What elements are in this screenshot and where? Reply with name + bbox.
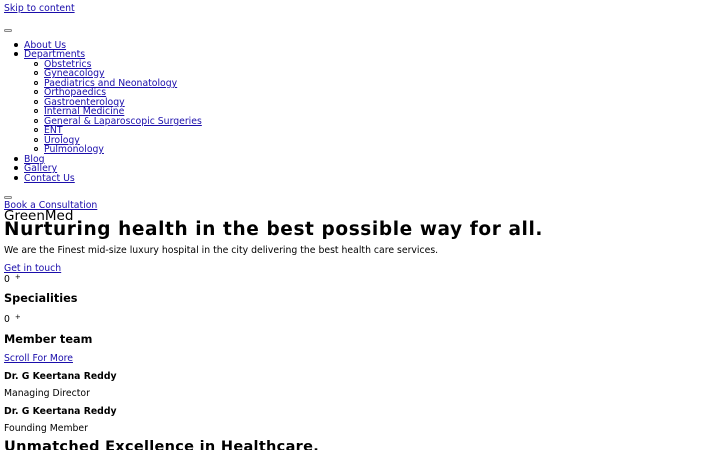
dept-pulmonology[interactable]: Pulmonology bbox=[44, 144, 104, 155]
stat-suffix: + bbox=[14, 273, 21, 281]
list-bullet bbox=[34, 119, 38, 123]
stat-member-team-count: 0 + bbox=[4, 313, 21, 326]
list-bullet bbox=[34, 128, 38, 132]
hero-subtitle: We are the Finest mid-size luxury hospit… bbox=[4, 245, 439, 256]
team-member-name: Dr. G Keertana Reddy bbox=[4, 406, 117, 417]
dept-general-laparoscopic[interactable]: General & Laparoscopic Surgeries bbox=[44, 116, 202, 127]
list-bullet bbox=[34, 71, 38, 75]
scroll-for-more-link[interactable]: Scroll For More bbox=[4, 353, 73, 364]
menu-toggle-button[interactable] bbox=[4, 29, 12, 32]
stat-suffix: + bbox=[14, 313, 21, 321]
stat-specialities-count: 0 + bbox=[4, 273, 21, 286]
hero-title: Nurturing health in the best possible wa… bbox=[4, 219, 544, 240]
list-bullet bbox=[34, 62, 38, 66]
list-bullet bbox=[34, 147, 38, 151]
stat-specialities-label: Specialities bbox=[4, 292, 78, 305]
nav-item-contact-us[interactable]: Contact Us bbox=[24, 173, 75, 184]
list-bullet bbox=[34, 109, 38, 113]
list-bullet bbox=[14, 176, 18, 180]
list-bullet bbox=[14, 52, 18, 56]
get-in-touch-link[interactable]: Get in touch bbox=[4, 263, 61, 274]
page: Skip to content About Us Departments Obs… bbox=[0, 0, 720, 450]
stat-member-team-label: Member team bbox=[4, 333, 93, 346]
list-bullet bbox=[14, 43, 18, 47]
team-member-role: Managing Director bbox=[4, 388, 90, 399]
excellence-heading: Unmatched Excellence in Healthcare. bbox=[4, 439, 320, 450]
list-bullet bbox=[34, 138, 38, 142]
team-member-name: Dr. G Keertana Reddy bbox=[4, 371, 117, 382]
skip-to-content-link[interactable]: Skip to content bbox=[4, 3, 75, 14]
list-bullet bbox=[14, 157, 18, 161]
stat-value: 0 bbox=[4, 274, 10, 285]
list-bullet bbox=[34, 90, 38, 94]
list-bullet bbox=[34, 100, 38, 104]
stat-value: 0 bbox=[4, 314, 10, 325]
list-bullet bbox=[14, 166, 18, 170]
list-bullet bbox=[34, 81, 38, 85]
team-member-role: Founding Member bbox=[4, 423, 88, 434]
secondary-toggle-button[interactable] bbox=[4, 196, 12, 199]
